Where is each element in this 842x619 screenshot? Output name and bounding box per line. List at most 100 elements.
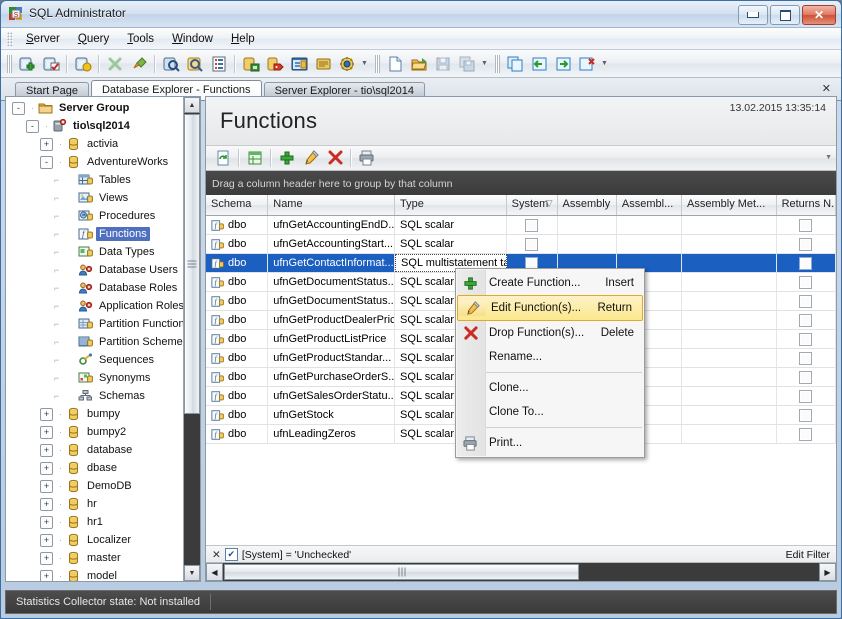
maximize-button[interactable] [770, 5, 800, 25]
expand-node-icon[interactable]: + [40, 407, 53, 421]
refresh-connection-icon[interactable] [71, 52, 95, 76]
tree-item-database[interactable]: + · database [6, 441, 184, 459]
system-checkbox[interactable] [525, 237, 539, 251]
minimize-button[interactable] [738, 5, 768, 25]
tree-item-master[interactable]: + · master [6, 549, 184, 567]
cell-returns-null-checkbox[interactable] [777, 292, 836, 310]
returns-null-checkbox[interactable] [799, 313, 813, 327]
menu-window[interactable]: Window [163, 30, 222, 48]
returns-null-checkbox[interactable] [799, 218, 813, 232]
disconnect-icon[interactable] [103, 52, 127, 76]
menu-query[interactable]: Query [69, 30, 118, 48]
returns-null-checkbox[interactable] [799, 389, 813, 403]
grid-column-header-returns-n[interactable]: Returns N.. [777, 195, 836, 215]
scroll-left-arrow-icon[interactable]: ◀ [206, 563, 223, 581]
returns-null-checkbox[interactable] [799, 332, 813, 346]
tree-item-application-roles[interactable]: ⌐ Application Roles [6, 297, 184, 315]
expand-node-icon[interactable]: + [40, 569, 53, 581]
returns-null-checkbox[interactable] [799, 351, 813, 365]
backup-database-icon[interactable] [239, 52, 263, 76]
tree-scroll-thumb[interactable] [184, 114, 200, 414]
system-checkbox[interactable] [525, 218, 539, 232]
cell-returns-null-checkbox[interactable] [777, 235, 836, 253]
context-menu[interactable]: Create Function... Insert Edit Function(s)… [455, 268, 645, 458]
menu-item-clone[interactable]: Clone... [456, 376, 644, 400]
menu-server[interactable]: Server [17, 30, 69, 48]
previous-window-icon[interactable] [527, 52, 551, 76]
print-icon[interactable] [355, 146, 379, 170]
tree-item-bumpy2[interactable]: + · bumpy2 [6, 423, 184, 441]
returns-null-checkbox[interactable] [799, 237, 813, 251]
toolbar-grip[interactable] [7, 54, 12, 73]
tree-item-functions[interactable]: ⌐ f Functions [6, 225, 184, 243]
group-by-panel[interactable]: Drag a column header here to group by th… [206, 171, 836, 198]
expand-node-icon[interactable]: + [40, 551, 53, 565]
tree-item-database-users[interactable]: ⌐ Database Users [6, 261, 184, 279]
scroll-right-arrow-icon[interactable]: ▶ [819, 563, 836, 581]
tree-item-demodb[interactable]: + · DemoDB [6, 477, 184, 495]
cell-system-checkbox[interactable] [507, 235, 558, 253]
edit-filter-link[interactable]: Edit Filter [786, 549, 830, 561]
cell-returns-null-checkbox[interactable] [777, 216, 836, 234]
close-button[interactable]: ✕ [802, 5, 836, 25]
refresh-icon[interactable] [211, 146, 235, 170]
toolbar-grip[interactable] [375, 54, 380, 73]
collapse-node-icon[interactable]: - [26, 119, 39, 133]
next-window-icon[interactable] [551, 52, 575, 76]
scroll-up-arrow-icon[interactable]: ▲ [184, 97, 200, 113]
grid-column-header-name[interactable]: Name [268, 195, 396, 215]
new-document-icon[interactable] [383, 52, 407, 76]
tree-item-tio-sql2014[interactable]: - · tio\sql2014 [6, 117, 184, 135]
menu-item-clone-to[interactable]: Clone To... [456, 400, 644, 424]
expand-node-icon[interactable]: + [40, 443, 53, 457]
menu-tools[interactable]: Tools [118, 30, 163, 48]
find-icon[interactable] [183, 52, 207, 76]
cell-system-checkbox[interactable] [507, 216, 558, 234]
new-connection-icon[interactable] [15, 52, 39, 76]
cell-returns-null-checkbox[interactable] [777, 387, 836, 405]
tree-item-data-types[interactable]: ⌐ Data Types [6, 243, 184, 261]
edit-connection-icon[interactable] [39, 52, 63, 76]
edit-pencil-icon[interactable] [299, 146, 323, 170]
document-toolbar-chevron-down-icon[interactable]: ▼ [825, 154, 832, 161]
expand-node-icon[interactable]: + [40, 533, 53, 547]
cell-returns-null-checkbox[interactable] [777, 368, 836, 386]
sql-script-icon[interactable] [311, 52, 335, 76]
returns-null-checkbox[interactable] [799, 427, 813, 441]
settings-gear-icon[interactable] [335, 52, 359, 76]
copy-window-icon[interactable] [503, 52, 527, 76]
open-folder-icon[interactable] [407, 52, 431, 76]
object-search-icon[interactable] [159, 52, 183, 76]
filter-enabled-checkbox[interactable]: ✔ [224, 548, 238, 561]
cell-returns-null-checkbox[interactable] [777, 254, 836, 272]
tag-icon[interactable] [263, 52, 287, 76]
object-tree[interactable]: - · Server Group - · tio\sql2014 + · activia - · Ad… [6, 97, 184, 581]
save-icon[interactable] [431, 52, 455, 76]
expand-node-icon[interactable]: + [40, 461, 53, 475]
returns-null-checkbox[interactable] [799, 370, 813, 384]
expand-node-icon[interactable]: + [40, 137, 53, 151]
tree-item-bumpy[interactable]: + · bumpy [6, 405, 184, 423]
tree-item-partition-schemes[interactable]: ⌐ Partition Schemes [6, 333, 184, 351]
close-window-icon[interactable] [575, 52, 599, 76]
grid-column-header-schema[interactable]: Schema [206, 195, 269, 215]
tree-item-hr1[interactable]: + · hr1 [6, 513, 184, 531]
grid-hscroll-thumb[interactable] [224, 564, 579, 580]
save-all-icon[interactable] [455, 52, 479, 76]
toolbar-grip[interactable] [495, 54, 500, 73]
tree-item-database-roles[interactable]: ⌐ Database Roles [6, 279, 184, 297]
tree-item-tables[interactable]: ⌐ Tables [6, 171, 184, 189]
tree-item-activia[interactable]: + · activia [6, 135, 184, 153]
tree-item-synonyms[interactable]: ⌐ Synonyms [6, 369, 184, 387]
expand-node-icon[interactable]: + [40, 479, 53, 493]
properties-list-icon[interactable] [207, 52, 231, 76]
grid-layout-icon[interactable] [243, 146, 267, 170]
cell-returns-null-checkbox[interactable] [777, 273, 836, 291]
menu-help[interactable]: Help [222, 30, 264, 48]
collapse-node-icon[interactable]: - [40, 155, 53, 169]
tree-item-dbase[interactable]: + · dbase [6, 459, 184, 477]
close-tab-icon[interactable]: ✕ [822, 82, 831, 95]
cell-returns-null-checkbox[interactable] [777, 330, 836, 348]
tree-item-procedures[interactable]: ⌐ Procedures [6, 207, 184, 225]
menu-item-drop-function-s[interactable]: Drop Function(s)... Delete [456, 321, 644, 345]
